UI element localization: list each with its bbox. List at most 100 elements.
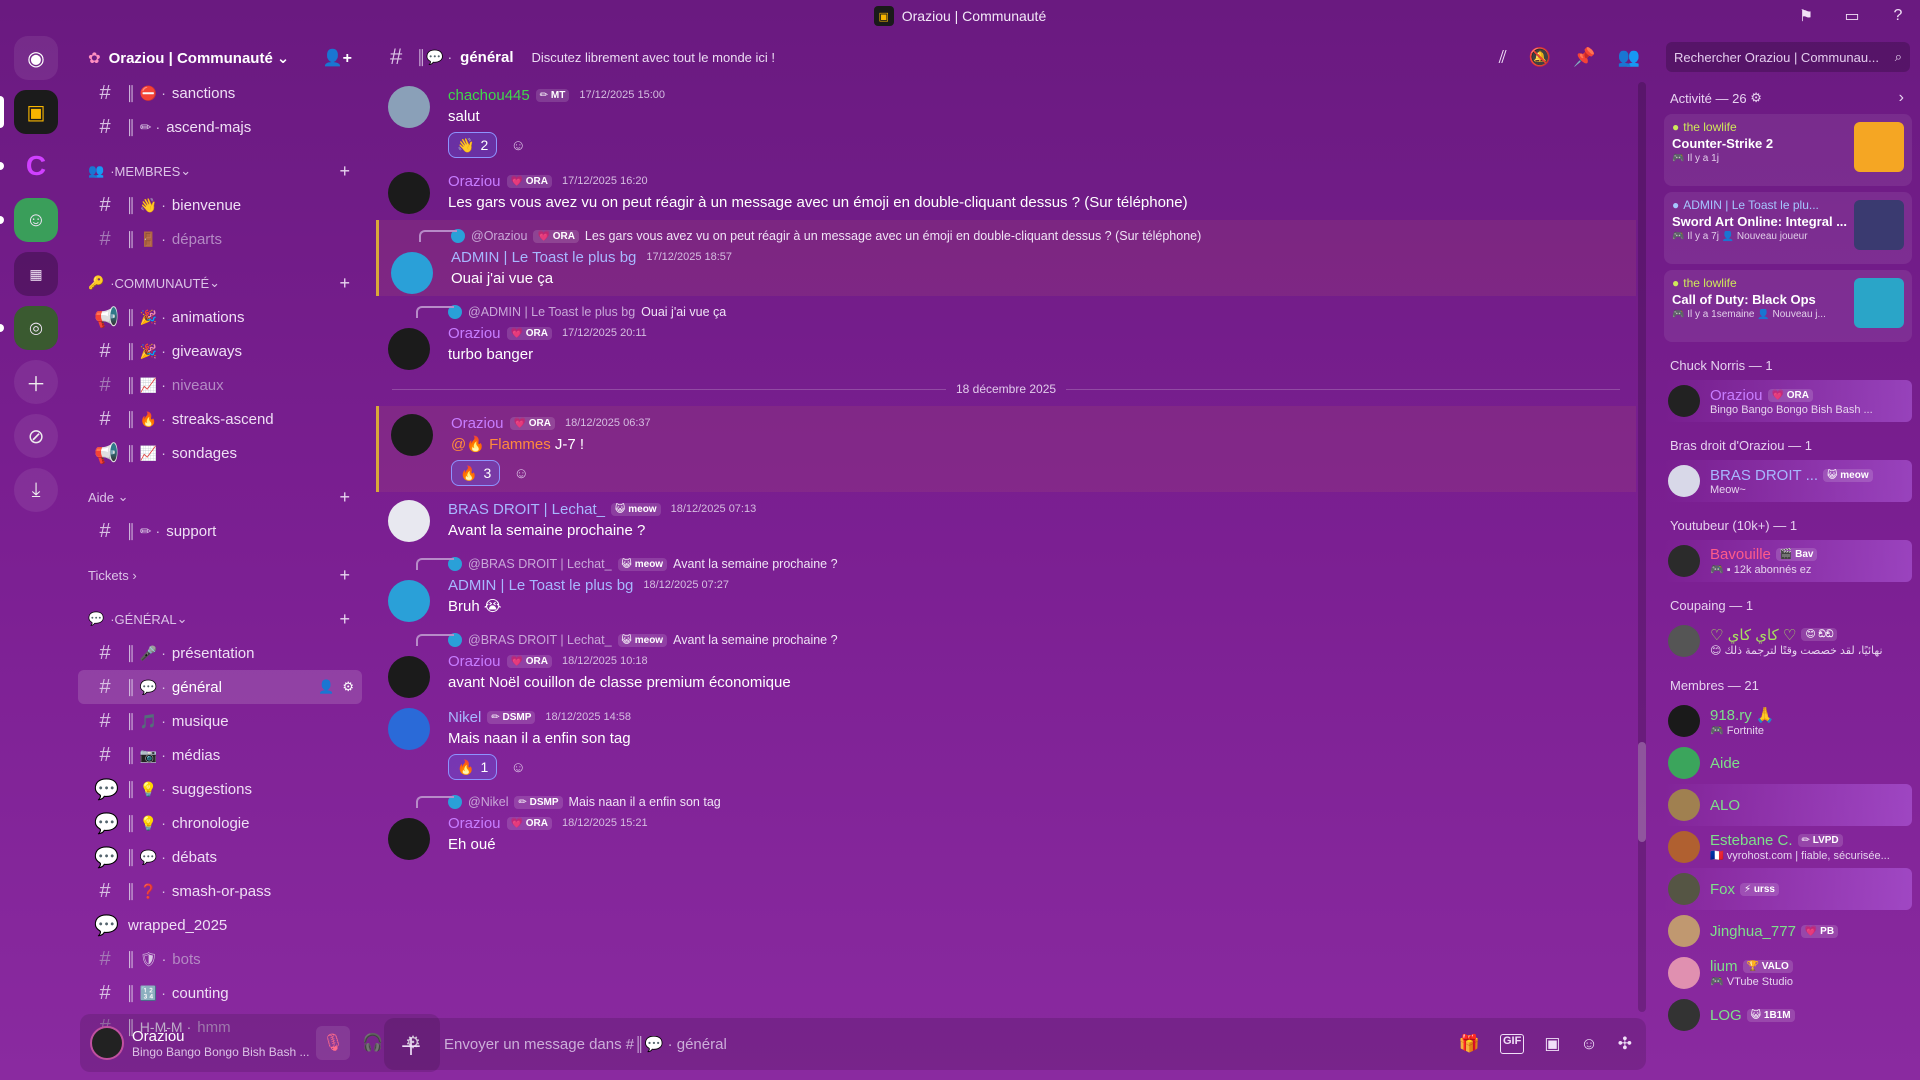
member-item[interactable]: Oraziou 💗 ORA Bingo Bango Bongo Bish Bash …: [1664, 380, 1912, 422]
invite-icon[interactable]: 👤: [318, 679, 334, 695]
add-server-icon[interactable]: ＋: [14, 360, 58, 404]
user-info[interactable]: Oraziou Bingo Bango Bongo Bish Bash ...: [132, 1028, 310, 1059]
activity-card[interactable]: ● the lowlife Counter-Strike 2 🎮 Il y a 1j: [1664, 114, 1912, 186]
add-channel-icon[interactable]: +: [339, 565, 350, 586]
member-item[interactable]: Fox ⚡ urss: [1664, 868, 1912, 910]
gift-icon[interactable]: 🎁: [1459, 1034, 1480, 1054]
gif-icon[interactable]: GIF: [1499, 1034, 1525, 1054]
message[interactable]: @BRAS DROIT | Lechat_ 😺 meow Avant la sema…: [376, 624, 1636, 700]
channel-topic[interactable]: Discutez librement avec tout le monde ic…: [532, 50, 776, 65]
member-item[interactable]: 918.ry 🙏 🎮 Fortnite: [1664, 700, 1912, 742]
discord-home-icon[interactable]: ◉: [14, 36, 58, 80]
channel-sanctions[interactable]: # ║ ⛔ · sanctions: [78, 76, 362, 110]
message[interactable]: @ADMIN | Le Toast le plus bg Ouai j'ai vu…: [376, 296, 1636, 372]
message[interactable]: BRAS DROIT | Lechat_ 😺 meow 18/12/2025 07:…: [376, 492, 1636, 548]
guild-tag[interactable]: 💗 ORA: [506, 326, 552, 340]
add-reaction-icon[interactable]: ☺: [508, 460, 534, 486]
reaction-button[interactable]: 👋 2: [448, 132, 498, 158]
member-item[interactable]: Aide: [1664, 742, 1912, 784]
avatar[interactable]: [388, 818, 430, 860]
server-group-icon[interactable]: ◎: [0, 306, 58, 350]
message-author[interactable]: BRAS DROIT | Lechat_: [448, 501, 605, 518]
avatar[interactable]: [388, 328, 430, 370]
message-author[interactable]: Oraziou: [448, 325, 501, 342]
channel-chronologie[interactable]: 💬 ║ 💡 · chronologie: [78, 806, 362, 840]
scrollbar-thumb[interactable]: [1638, 742, 1646, 842]
member-item[interactable]: LOG 😺 1B1M: [1664, 994, 1912, 1036]
add-channel-icon[interactable]: +: [339, 487, 350, 508]
avatar[interactable]: [388, 172, 430, 214]
avatar[interactable]: [391, 414, 433, 456]
guild-tag[interactable]: 😺 meow: [611, 502, 661, 516]
sticker-icon[interactable]: ▣: [1544, 1034, 1560, 1054]
channel-ascend-majs[interactable]: # ║ ✏ · ascend-majs: [78, 110, 362, 144]
message[interactable]: Oraziou 💗 ORA 18/12/2025 06:37 @🔥 Flammes J…: [376, 406, 1636, 492]
gear-icon[interactable]: ⚙: [1750, 90, 1762, 106]
add-channel-icon[interactable]: +: [339, 161, 350, 182]
add-channel-icon[interactable]: +: [339, 609, 350, 630]
activity-card[interactable]: ● ADMIN | Le Toast le plu... Sword Art Onl…: [1664, 192, 1912, 264]
flag-icon[interactable]: ⚑: [1794, 4, 1818, 28]
member-item[interactable]: lium 🏆 VALO 🎮 VTube Studio: [1664, 952, 1912, 994]
channel-médias[interactable]: # ║ 📷 · médias: [78, 738, 362, 772]
category-communaute[interactable]: 🔑 · COMMUNAUTÉ ⌄ +: [72, 266, 368, 300]
inbox-icon[interactable]: ▭: [1840, 4, 1864, 28]
message[interactable]: @BRAS DROIT | Lechat_ 😺 meow Avant la sema…: [376, 548, 1636, 624]
message-author[interactable]: ADMIN | Le Toast le plus bg: [448, 577, 633, 594]
reply-preview[interactable]: @Oraziou 💗 ORA Les gars vous avez vu on pe…: [419, 226, 1616, 246]
explore-icon[interactable]: ⊘: [14, 414, 58, 458]
message[interactable]: Nikel ✏ DSMP 18/12/2025 14:58 Mais naan il …: [376, 700, 1636, 786]
avatar[interactable]: [388, 708, 430, 750]
channel-counting[interactable]: # ║ 🔢 · counting: [78, 976, 362, 1010]
message[interactable]: chachou445 ✏ MT 17/12/2025 15:00 salut 👋 2 ☺: [376, 78, 1636, 164]
message-author[interactable]: Nikel: [448, 709, 481, 726]
channel-giveaways[interactable]: # ║ 🎉 · giveaways: [78, 334, 362, 368]
reaction-button[interactable]: 🔥 1: [448, 754, 498, 780]
member-item[interactable]: Bavouille 🎬 Bav 🎮 ▪ 12k abonnés ez: [1664, 540, 1912, 582]
add-channel-icon[interactable]: +: [339, 273, 350, 294]
channel-sondages[interactable]: 📢 ║ 📈 · sondages: [78, 436, 362, 470]
member-list-icon[interactable]: 👥: [1618, 47, 1640, 68]
category-membres[interactable]: 👥 · MEMBRES ⌄ +: [72, 154, 368, 188]
message-author[interactable]: chachou445: [448, 87, 530, 104]
gear-icon[interactable]: ⚙: [342, 679, 354, 695]
channel-musique[interactable]: # ║ 🎵 · musique: [78, 704, 362, 738]
threads-icon[interactable]: ⫽: [1499, 47, 1507, 68]
channel-smash-or-pass[interactable]: # ║ ❓ · smash-or-pass: [78, 874, 362, 908]
guild-tag[interactable]: ✏ MT: [535, 88, 570, 102]
scrollbar[interactable]: [1638, 82, 1646, 1012]
channel-présentation[interactable]: # ║ 🎤 · présentation: [78, 636, 362, 670]
avatar[interactable]: [388, 656, 430, 698]
channel-suggestions[interactable]: 💬 ║ 💡 · suggestions: [78, 772, 362, 806]
add-reaction-icon[interactable]: ☺: [505, 754, 531, 780]
channel-streaks-ascend[interactable]: # ║ 🔥 · streaks-ascend: [78, 402, 362, 436]
chevron-right-icon[interactable]: ›: [1899, 89, 1904, 107]
guild-tag[interactable]: 💗 ORA: [506, 174, 552, 188]
message[interactable]: @Oraziou 💗 ORA Les gars vous avez vu on pe…: [376, 220, 1636, 296]
server-folder-icon[interactable]: ▦: [14, 252, 58, 296]
member-item[interactable]: BRAS DROIT ... 😺 meow Meow~: [1664, 460, 1912, 502]
guild-header[interactable]: ✿ Oraziou | Communauté ⌄ 👤+: [72, 40, 368, 76]
message-author[interactable]: Oraziou: [448, 815, 501, 832]
category-aide[interactable]: Aide ⌄ +: [72, 480, 368, 514]
category-tickets[interactable]: Tickets › +: [72, 558, 368, 592]
channel-bots[interactable]: # ║ 🛡 · bots: [78, 942, 362, 976]
message-author[interactable]: Oraziou: [451, 415, 504, 432]
emoji-icon[interactable]: ☺: [1580, 1034, 1597, 1054]
guild-tag[interactable]: 💗 ORA: [506, 816, 552, 830]
server-oraziou-icon[interactable]: ▣: [0, 90, 58, 134]
reply-preview[interactable]: @BRAS DROIT | Lechat_ 😺 meow Avant la sema…: [416, 554, 1616, 574]
search-box[interactable]: Rechercher Oraziou | Communau... ⌕: [1666, 42, 1910, 72]
pin-icon[interactable]: 📌: [1573, 47, 1595, 68]
guild-tag[interactable]: ✏ DSMP: [487, 710, 536, 724]
reply-preview[interactable]: @ADMIN | Le Toast le plus bg Ouai j'ai vu…: [416, 302, 1616, 322]
channel-niveaux[interactable]: # ║ 📈 · niveaux: [78, 368, 362, 402]
channel-support[interactable]: # ║ ✏ · support: [78, 514, 362, 548]
activity-card[interactable]: ● the lowlife Call of Duty: Black Ops 🎮 Il …: [1664, 270, 1912, 342]
message[interactable]: Oraziou 💗 ORA 17/12/2025 16:20 Les gars vou…: [376, 164, 1636, 220]
channel-départs[interactable]: # ║ 🚪 · départs: [78, 222, 362, 256]
message-input[interactable]: [444, 1035, 1459, 1053]
download-icon[interactable]: ⤓: [14, 468, 58, 512]
channel-débats[interactable]: 💬 ║ 💬 · débats: [78, 840, 362, 874]
add-reaction-icon[interactable]: ☺: [505, 132, 531, 158]
